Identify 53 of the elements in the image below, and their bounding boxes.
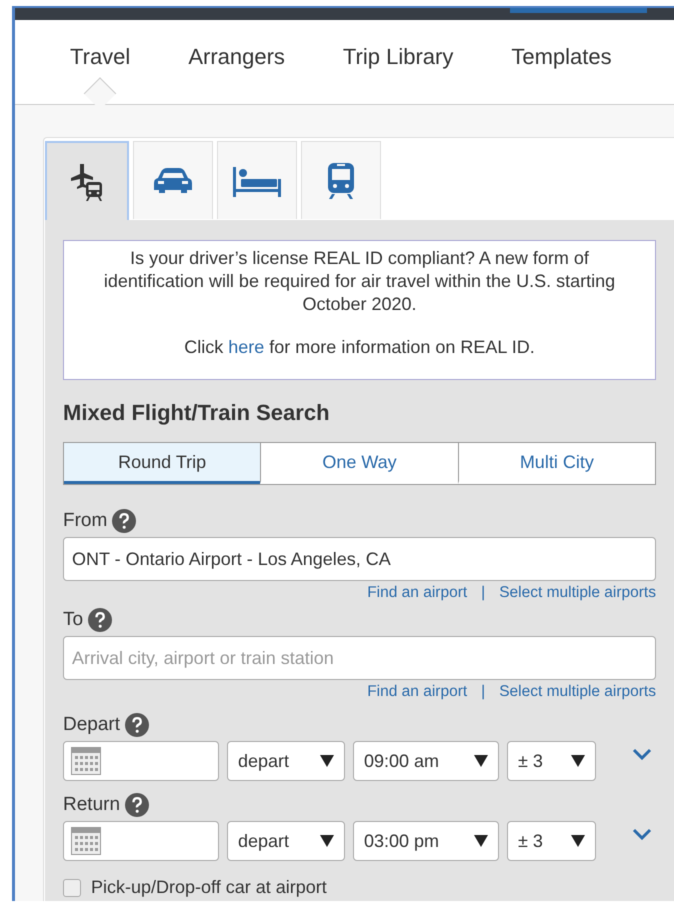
field-label: Return xyxy=(63,794,120,816)
trip-type-tab[interactable]: One Way xyxy=(260,443,458,484)
dropdown-arrow-icon xyxy=(571,755,585,767)
link-separator: | xyxy=(481,683,486,701)
dropdown-arrow-icon xyxy=(320,755,334,767)
field-label: From xyxy=(63,510,108,532)
airport-link[interactable]: Find an airport xyxy=(367,683,468,701)
mode-select[interactable]: depart xyxy=(227,821,345,861)
checkbox-label: Pick-up/Drop-off car at airport xyxy=(91,877,327,898)
nav-tab[interactable]: Trip Library xyxy=(342,44,454,72)
chevron-down-icon[interactable] xyxy=(632,748,652,760)
airport-link[interactable]: Select multiple airports xyxy=(499,584,656,602)
trip-type-tab[interactable]: Round Trip xyxy=(64,443,260,484)
nav-tab[interactable]: Travel xyxy=(70,44,130,72)
link-separator: | xyxy=(481,584,486,602)
help-icon[interactable] xyxy=(112,509,136,533)
range-select[interactable]: ± 3 xyxy=(507,741,596,781)
mode-tab[interactable] xyxy=(45,141,129,220)
help-icon[interactable] xyxy=(88,608,112,632)
airport-link[interactable]: Find an airport xyxy=(367,584,468,602)
nav-tab[interactable]: Templates xyxy=(511,44,612,72)
airport-link[interactable]: Select multiple airports xyxy=(499,683,656,701)
car-icon xyxy=(153,166,193,196)
dropdown-arrow-icon xyxy=(474,755,488,767)
time-select[interactable]: 03:00 pm xyxy=(353,821,499,861)
mode-tab[interactable] xyxy=(133,141,213,219)
range-select[interactable]: ± 3 xyxy=(507,821,596,861)
nav-tab[interactable]: Arrangers xyxy=(188,44,285,72)
notice-text: Click xyxy=(184,337,224,357)
help-icon[interactable] xyxy=(125,793,150,817)
field-label: Depart xyxy=(63,714,120,736)
date-field[interactable] xyxy=(63,741,219,781)
date-field[interactable] xyxy=(63,821,219,861)
mode-tab[interactable] xyxy=(217,141,297,219)
field-label: To xyxy=(63,609,84,631)
dropdown-arrow-icon xyxy=(474,835,488,847)
location-field[interactable]: ONT - Ontario Airport - Los Angeles, CA xyxy=(63,537,656,581)
help-icon[interactable] xyxy=(125,713,150,737)
section-title: Mixed Flight/Train Search xyxy=(63,400,331,426)
location-field[interactable]: Arrival city, airport or train station xyxy=(63,636,656,680)
trip-type-tab[interactable]: Multi City xyxy=(458,443,655,484)
notice-text: Is your driver’s license REAL ID compliant? A new form of identification will be required for air travel within the U.S. starting October 2020. xyxy=(102,247,616,316)
dropdown-arrow-icon xyxy=(320,835,334,847)
time-select[interactable]: 09:00 am xyxy=(353,741,499,781)
mode-select[interactable]: depart xyxy=(227,741,345,781)
checkbox[interactable] xyxy=(63,878,81,896)
train-icon xyxy=(326,160,356,200)
mode-tab[interactable] xyxy=(301,141,381,219)
bed-icon xyxy=(233,164,281,196)
notice-text: for more information on REAL ID. xyxy=(269,337,535,357)
chevron-down-icon[interactable] xyxy=(632,828,652,840)
info-link[interactable]: here xyxy=(228,337,264,357)
dropdown-arrow-icon xyxy=(571,835,585,847)
